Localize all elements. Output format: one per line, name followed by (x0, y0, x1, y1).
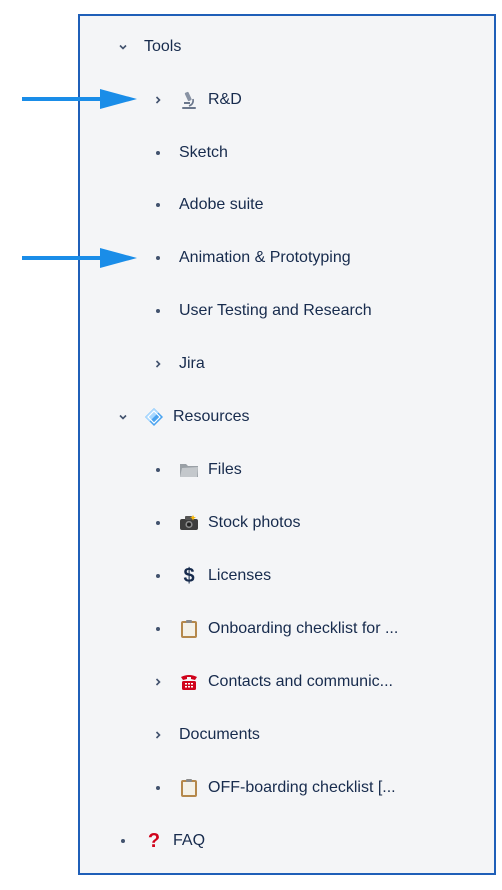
chevron-down-icon[interactable] (116, 40, 130, 54)
bullet-icon (151, 468, 165, 472)
microscope-icon (179, 90, 199, 110)
tree-item-label[interactable]: Contacts and communic... (208, 673, 393, 691)
tree-item-stock-photos[interactable]: Stock photos (151, 503, 301, 543)
annotation-arrow (22, 89, 137, 109)
tree-item-resources[interactable]: Resources (116, 397, 249, 437)
chevron-down-icon[interactable] (116, 410, 130, 424)
tree-item-label[interactable]: Onboarding checklist for ... (208, 620, 398, 638)
bullet-icon (151, 309, 165, 313)
tree-item-label[interactable]: OFF-boarding checklist [... (208, 779, 396, 797)
tree-item-files[interactable]: Files (151, 450, 242, 490)
bullet-icon (151, 786, 165, 790)
tree-item-label[interactable]: Tools (144, 38, 181, 56)
tree-item-adobe-suite[interactable]: Adobe suite (151, 185, 264, 225)
dollar-icon: $ (183, 565, 195, 587)
chevron-right-icon[interactable] (151, 728, 165, 742)
tree-item-tools[interactable]: Tools (116, 27, 181, 67)
page-tree-panel: Tools R&D Sketch Adobe suite Animation &… (78, 14, 496, 875)
tree-item-jira[interactable]: Jira (151, 344, 205, 384)
tree-item-licenses[interactable]: $ Licenses (151, 556, 271, 596)
tree-item-contacts[interactable]: Contacts and communic... (151, 662, 393, 702)
tree-item-documents[interactable]: Documents (151, 715, 260, 755)
tree-item-label[interactable]: Resources (173, 408, 249, 426)
tree-item-rnd[interactable]: R&D (151, 80, 242, 120)
tree-item-label[interactable]: User Testing and Research (179, 302, 372, 320)
tree-item-label[interactable]: R&D (208, 91, 242, 109)
tree-item-label[interactable]: Documents (179, 726, 260, 744)
tree-item-offboarding-checklist[interactable]: OFF-boarding checklist [... (151, 768, 396, 808)
bullet-icon (151, 627, 165, 631)
folder-icon (179, 460, 199, 480)
tree-item-animation-prototyping[interactable]: Animation & Prototyping (151, 238, 351, 278)
tree-item-onboarding-checklist[interactable]: Onboarding checklist for ... (151, 609, 398, 649)
diamond-icon (144, 407, 164, 427)
clipboard-icon (179, 778, 199, 798)
tree-item-label[interactable]: Sketch (179, 144, 228, 162)
bullet-icon (151, 521, 165, 525)
clipboard-icon (179, 619, 199, 639)
chevron-right-icon[interactable] (151, 357, 165, 371)
bullet-icon (151, 203, 165, 207)
annotation-arrow (22, 248, 137, 268)
bullet-icon (116, 839, 130, 843)
bullet-icon (151, 256, 165, 260)
tree-item-label[interactable]: Licenses (208, 567, 271, 585)
bullet-icon (151, 151, 165, 155)
chevron-right-icon[interactable] (151, 93, 165, 107)
camera-icon (179, 513, 199, 533)
chevron-right-icon[interactable] (151, 675, 165, 689)
question-icon: ? (147, 830, 161, 852)
bullet-icon (151, 574, 165, 578)
tree-item-sketch[interactable]: Sketch (151, 133, 228, 173)
tree-item-label[interactable]: Animation & Prototyping (179, 249, 351, 267)
tree-item-faq[interactable]: ? FAQ (116, 821, 205, 861)
tree-item-user-testing[interactable]: User Testing and Research (151, 291, 372, 331)
tree-item-label[interactable]: Adobe suite (179, 196, 264, 214)
tree-item-label[interactable]: Stock photos (208, 514, 301, 532)
tree-item-label[interactable]: Jira (179, 355, 205, 373)
tree-item-label[interactable]: FAQ (173, 832, 205, 850)
telephone-icon (179, 672, 199, 692)
tree-item-label[interactable]: Files (208, 461, 242, 479)
